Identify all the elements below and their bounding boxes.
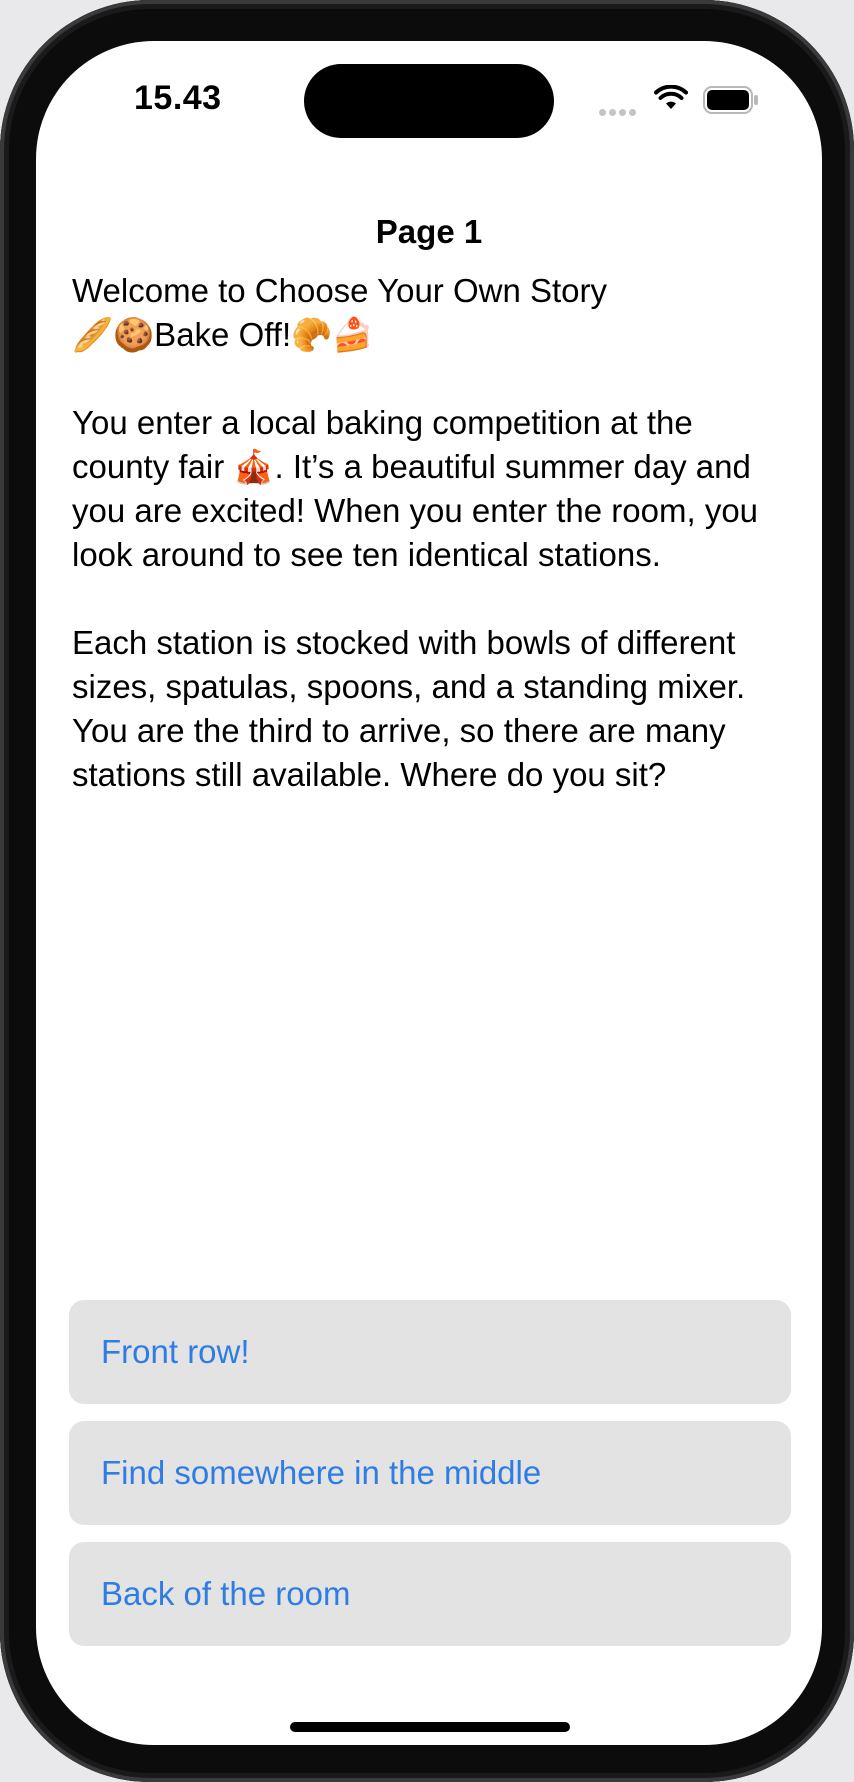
dynamic-island <box>304 64 554 138</box>
page-title: Page 1 <box>375 213 483 250</box>
choice-back-of-room-button[interactable]: Back of the room <box>69 1542 791 1646</box>
story-text: Welcome to Choose Your Own Story 🥖🍪Bake … <box>72 272 759 793</box>
home-indicator[interactable] <box>290 1722 570 1732</box>
cellular-signal-icon <box>599 103 641 116</box>
phone-frame: 15.43 Page 1 Welcome to Choose Your Own … <box>0 0 854 1782</box>
screen: 15.43 Page 1 Welcome to Choose Your Own … <box>36 41 822 1745</box>
status-time: 15.43 <box>134 79 222 117</box>
wifi-icon <box>654 85 688 109</box>
choice-middle-button[interactable]: Find somewhere in the middle <box>69 1421 791 1525</box>
battery-icon <box>703 86 758 114</box>
status-bar: 15.43 <box>36 41 822 161</box>
choice-list: Front row! Find somewhere in the middle … <box>69 1300 791 1663</box>
choice-front-row-button[interactable]: Front row! <box>69 1300 791 1404</box>
